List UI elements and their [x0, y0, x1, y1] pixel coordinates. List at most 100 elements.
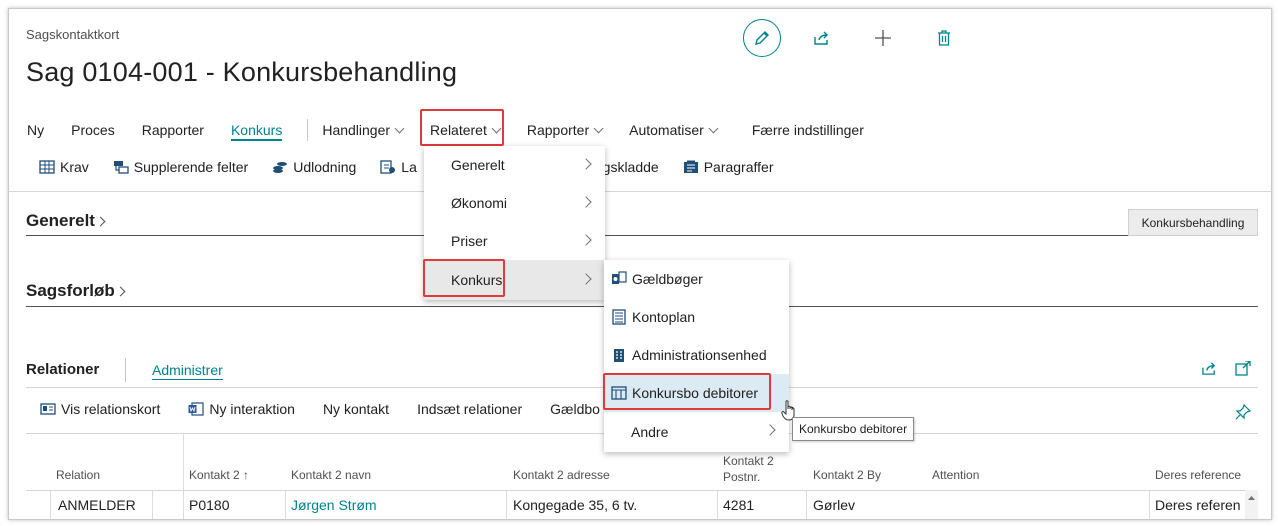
share-button[interactable] — [802, 19, 842, 57]
card-icon — [40, 403, 56, 415]
gaeldbog-button[interactable]: Gældbo — [550, 401, 600, 417]
building-icon — [614, 349, 624, 362]
col-kontakt2[interactable]: Kontakt 2 ↑ — [189, 468, 249, 482]
submenu-item-gaeldboger-label: Gældbøger — [632, 271, 703, 287]
submenu-item-andre[interactable]: Andre — [604, 412, 789, 452]
promoted-actions: Krav Supplerende felter Udlodning La ali… — [39, 159, 797, 175]
chevron-down-icon — [394, 123, 405, 133]
relationer-title: Relationer — [26, 361, 100, 378]
col-kontakt2-by[interactable]: Kontakt 2 By — [813, 468, 881, 482]
table-header-divider — [26, 490, 1258, 491]
chevron-right-icon — [580, 234, 592, 246]
chevron-down-icon — [593, 123, 604, 133]
submenu-item-administrationsenhed[interactable]: Administrationsenhed — [604, 336, 789, 374]
submenu-item-andre-label: Andre — [631, 424, 669, 440]
cell-kontakt2-navn[interactable]: Jørgen Strøm — [291, 497, 377, 513]
submenu-item-kontoplan-label: Kontoplan — [632, 309, 696, 325]
section-generelt[interactable]: Generelt — [26, 211, 106, 231]
ny-interaktion-button[interactable]: Ny interaktion — [188, 401, 295, 417]
promoted-divider — [9, 191, 1271, 192]
word-doc-icon — [188, 402, 204, 416]
action-handlinger-label: Handlinger — [322, 122, 391, 138]
edit-icon — [755, 31, 769, 45]
krav-button[interactable]: Krav — [39, 159, 89, 175]
chart-of-accounts-icon — [612, 309, 626, 325]
cell-postnr[interactable]: 4281 — [723, 497, 754, 513]
status-chip: Konkursbehandling — [1128, 209, 1258, 236]
col-relation[interactable]: Relation — [56, 468, 100, 482]
ledger-icon — [612, 271, 627, 284]
col-attention[interactable]: Attention — [932, 468, 979, 482]
col-kontakt2-adresse[interactable]: Kontakt 2 adresse — [513, 468, 610, 482]
cell-deres-reference[interactable]: Deres referen — [1155, 497, 1241, 513]
ny-interaktion-label: Ny interaktion — [209, 401, 295, 417]
cell-relation[interactable]: ANMELDER — [58, 497, 136, 513]
section-sagsforlob[interactable]: Sagsforløb — [26, 281, 126, 301]
action-rapporter-menu[interactable]: Rapporter — [526, 122, 604, 138]
submenu-item-kontoplan[interactable]: Kontoplan — [604, 298, 789, 336]
table-scrollbar[interactable] — [1245, 490, 1258, 519]
vis-relationskort-label: Vis relationskort — [61, 401, 161, 417]
ny-kontakt-button[interactable]: Ny kontakt — [323, 401, 389, 417]
cell-kontakt2-adresse[interactable]: Kongegade 35, 6 tv. — [513, 497, 637, 513]
action-faerre-indstillinger[interactable]: Færre indstillinger — [752, 122, 864, 138]
action-proces[interactable]: Proces — [71, 122, 115, 138]
share-icon[interactable] — [1201, 361, 1218, 376]
menu-item-generelt[interactable]: Generelt — [424, 146, 605, 184]
table-frozen-divider — [183, 433, 184, 519]
menu-item-generelt-label: Generelt — [451, 157, 505, 173]
section-sagsforlob-label: Sagsforløb — [26, 281, 115, 300]
breadcrumb: Sagskontaktkort — [26, 27, 120, 42]
tooltip: Konkursbo debitorer — [792, 417, 915, 441]
krav-label: Krav — [60, 159, 89, 175]
pin-icon[interactable] — [1235, 404, 1251, 420]
paragraffer-label: Paragraffer — [703, 159, 774, 175]
supplerende-felter-label: Supplerende felter — [133, 159, 249, 175]
col-postnr-line2[interactable]: Postnr. — [723, 470, 760, 484]
vis-relationskort-button[interactable]: Vis relationskort — [40, 401, 160, 417]
administrer-tab[interactable]: Administrer — [152, 362, 223, 380]
supplerende-felter-button[interactable]: Supplerende felter — [113, 159, 248, 175]
action-konkurs[interactable]: Konkurs — [230, 122, 283, 141]
udlodning-button[interactable]: Udlodning — [272, 159, 356, 175]
menu-item-okonomi[interactable]: Økonomi — [424, 184, 605, 222]
paragraffer-button[interactable]: Paragraffer — [683, 159, 774, 175]
section-generelt-label: Generelt — [26, 211, 95, 230]
page-title: Sag 0104-001 - Konkursbehandling — [26, 57, 458, 87]
paragraph-icon — [683, 160, 698, 173]
col-kontakt2-navn[interactable]: Kontakt 2 navn — [291, 468, 371, 482]
fields-icon — [113, 161, 129, 174]
action-ny[interactable]: Ny — [27, 122, 44, 138]
action-separator — [307, 119, 309, 141]
chevron-right-icon — [580, 158, 592, 170]
submenu-item-gaeldboger[interactable]: Gældbøger — [604, 260, 789, 298]
delete-button[interactable] — [924, 19, 964, 57]
page-frame: Sagskontaktkort Sag 0104-001 - Konkursbe… — [8, 8, 1272, 520]
row-cell-border — [50, 490, 51, 519]
row-cell-border — [285, 490, 286, 519]
chevron-right-icon — [580, 196, 592, 208]
cell-kontakt2[interactable]: P0180 — [189, 497, 229, 513]
add-button[interactable] — [863, 19, 903, 57]
row-cell-border — [806, 490, 807, 519]
la-button[interactable]: La — [380, 159, 417, 175]
edit-button[interactable] — [743, 19, 781, 57]
konkurs-highlight — [423, 259, 505, 297]
action-rapporter-menu-label: Rapporter — [526, 122, 590, 138]
col-deres-reference[interactable]: Deres reference — [1155, 468, 1241, 482]
cell-kontakt2-by[interactable]: Gørlev — [813, 497, 855, 513]
action-automatiser-label: Automatiser — [629, 122, 704, 138]
row-cell-border — [506, 490, 507, 519]
chevron-down-icon — [708, 123, 719, 133]
section-generelt-line — [26, 235, 1258, 236]
add-icon — [875, 30, 891, 46]
relationer-separator — [125, 358, 126, 382]
indsaet-relationer-button[interactable]: Indsæt relationer — [417, 401, 522, 417]
action-handlinger[interactable]: Handlinger — [322, 122, 405, 138]
menu-item-priser[interactable]: Priser — [424, 222, 605, 260]
action-rapporter[interactable]: Rapporter — [142, 122, 204, 138]
expand-icon[interactable] — [1235, 361, 1251, 376]
action-automatiser[interactable]: Automatiser — [629, 122, 719, 138]
col-postnr-line1[interactable]: Kontakt 2 — [723, 454, 774, 468]
konkurs-submenu: Gældbøger Kontoplan Administrationsenhed… — [604, 260, 789, 452]
